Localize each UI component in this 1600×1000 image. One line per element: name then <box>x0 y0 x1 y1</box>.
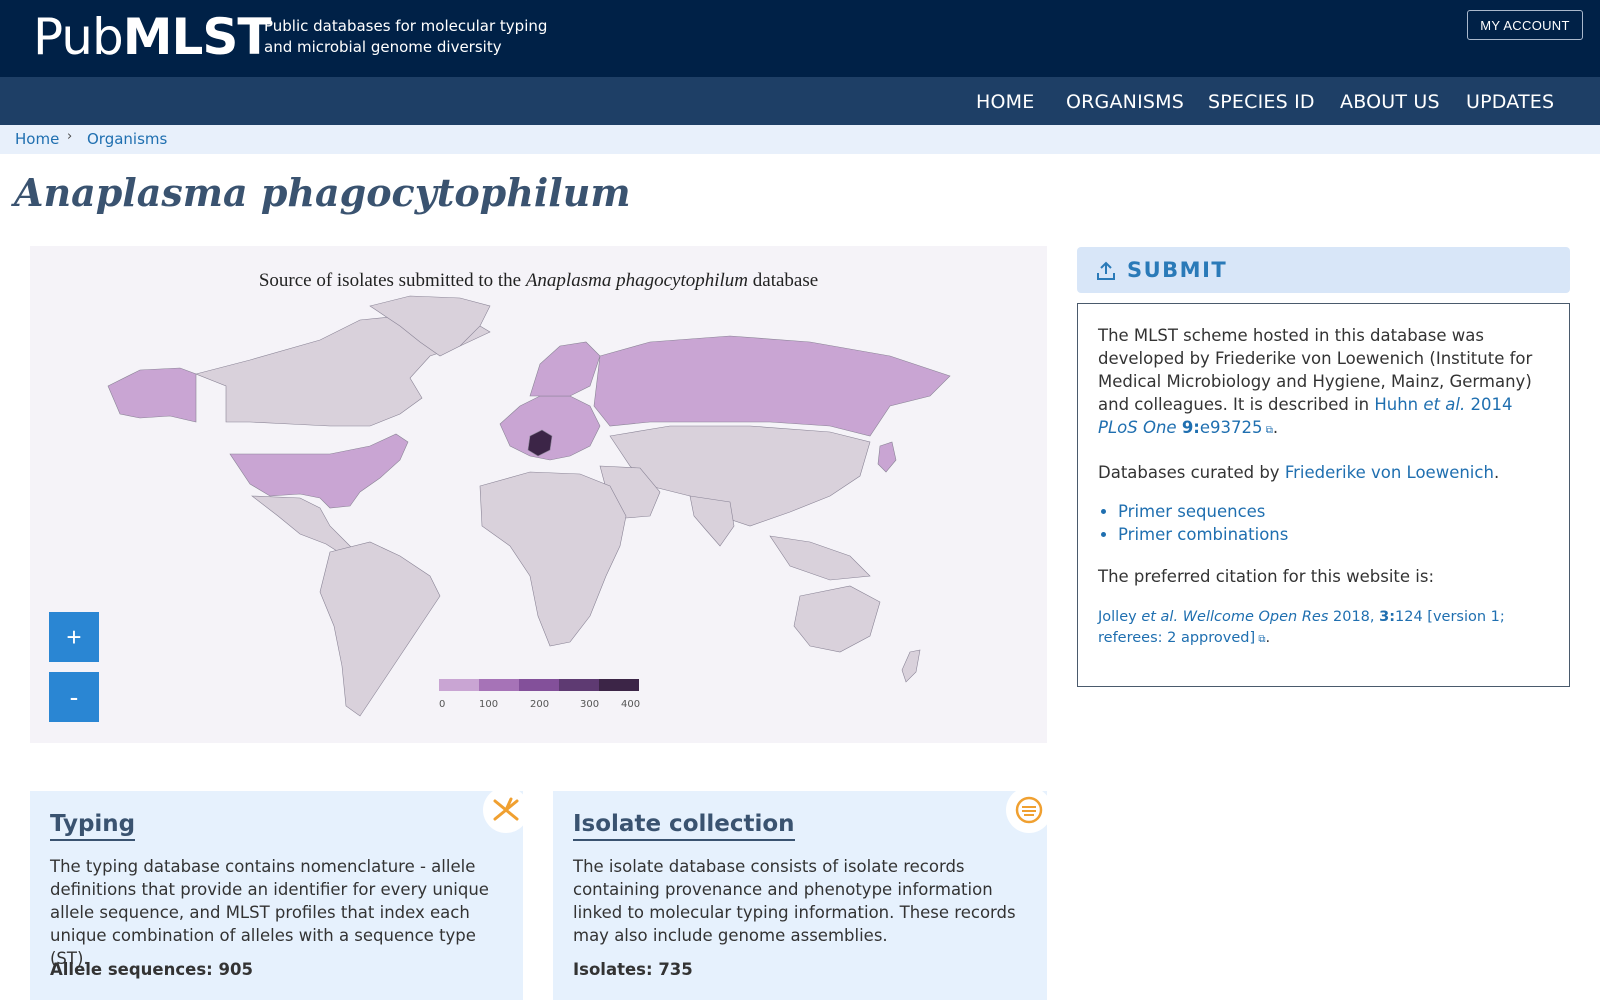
logo-pub: Pub <box>33 8 124 66</box>
nav-about-us[interactable]: ABOUT US <box>1340 91 1440 113</box>
database-info-box: The MLST scheme hosted in this database … <box>1077 303 1570 687</box>
site-tagline: Public databases for molecular typing an… <box>264 16 564 58</box>
reference-etal: et al. <box>1423 395 1466 414</box>
map-region-scandinavia <box>529 341 601 397</box>
citation-year: 2018, <box>1333 609 1375 625</box>
typing-icon-badge <box>483 787 529 833</box>
primer-combinations-item[interactable]: Primer combinations <box>1118 523 1288 546</box>
legend-swatch-1 <box>439 679 479 691</box>
tagline-line-2: and microbial genome diversity <box>264 38 502 56</box>
scheme-description: The MLST scheme hosted in this database … <box>1098 326 1533 437</box>
map-region-europe <box>499 395 601 461</box>
legend-tick-300: 300 <box>580 699 599 710</box>
citation-journal: Wellcome Open Res <box>1182 609 1329 625</box>
external-link-icon: ⧉ <box>1262 425 1273 436</box>
isolates-card-title[interactable]: Isolate collection <box>573 811 795 841</box>
submit-panel-header[interactable]: SUBMIT <box>1077 247 1570 293</box>
curator-link[interactable]: Friederike von Loewenich <box>1285 463 1494 482</box>
zoom-out-button[interactable]: - <box>49 672 99 722</box>
map-region-southeast-asia <box>769 535 871 581</box>
legend-tick-100: 100 <box>479 699 498 710</box>
legend-swatch-3 <box>519 679 559 691</box>
citation-intro: The preferred citation for this website … <box>1098 567 1435 586</box>
primer-links-list: Primer sequences Primer combinations <box>1098 500 1288 546</box>
map-region-new-zealand <box>901 649 921 683</box>
typing-card: Typing The typing database contains nome… <box>30 787 529 1000</box>
isolate-map-panel: Source of isolates submitted to the Anap… <box>30 246 1047 743</box>
external-link-icon: ⧉ <box>1255 634 1266 645</box>
page-title: Anaplasma phagocytophilum <box>14 170 631 215</box>
petri-dish-icon <box>1015 796 1043 824</box>
reference-author: Huhn <box>1374 395 1419 414</box>
typing-card-title[interactable]: Typing <box>50 811 136 841</box>
isolates-card: Isolate collection The isolate database … <box>553 787 1052 1000</box>
legend-tick-400: 400 <box>621 699 640 710</box>
legend-swatch-5 <box>599 679 639 691</box>
isolates-card-text: The isolate database consists of isolate… <box>573 857 1016 945</box>
legend-tick-0: 0 <box>439 699 445 710</box>
map-region-africa <box>479 471 627 647</box>
isolates-count: Isolates: 735 <box>573 960 693 979</box>
legend-swatch-2 <box>479 679 519 691</box>
map-region-alaska <box>107 367 197 423</box>
reference-year: 2014 <box>1470 395 1513 414</box>
chevron-right-icon: › <box>67 129 73 144</box>
nav-updates[interactable]: UPDATES <box>1466 91 1554 113</box>
nav-species-id[interactable]: SPECIES ID <box>1208 91 1315 113</box>
logo-mlst: MLST <box>122 8 272 66</box>
nav-organisms[interactable]: ORGANISMS <box>1066 91 1184 113</box>
submit-label: SUBMIT <box>1127 258 1228 282</box>
allele-sequences-count: Allele sequences: 905 <box>50 960 253 979</box>
map-region-australia <box>793 585 881 653</box>
typing-icon <box>493 797 519 821</box>
upload-icon <box>1097 261 1115 280</box>
legend-tick-200: 200 <box>530 699 549 710</box>
typing-card-text: The typing database contains nomenclatur… <box>50 857 489 968</box>
curators-line: Databases curated by Friederike von Loew… <box>1098 463 1500 482</box>
citation-volume: 3: <box>1379 609 1396 625</box>
citation-link[interactable]: Jolley et al. Wellcome Open Res 2018, 3:… <box>1098 607 1553 650</box>
top-header: PubMLST Public databases for molecular t… <box>0 0 1600 77</box>
my-account-button[interactable]: MY ACCOUNT <box>1467 10 1583 40</box>
isolates-icon-badge <box>1006 787 1052 833</box>
citation-author: Jolley <box>1098 609 1137 625</box>
primer-sequences-item[interactable]: Primer sequences <box>1118 500 1288 523</box>
legend-swatch-4 <box>559 679 599 691</box>
primer-combinations-link[interactable]: Primer combinations <box>1118 525 1288 544</box>
tagline-line-1: Public databases for molecular typing <box>264 17 548 35</box>
world-map[interactable]: 0 100 200 300 400 <box>30 246 1047 743</box>
map-region-india <box>689 495 735 547</box>
reference-journal: PLoS One <box>1098 418 1177 437</box>
map-region-japan <box>877 441 897 473</box>
primer-sequences-link[interactable]: Primer sequences <box>1118 502 1265 521</box>
breadcrumb-home[interactable]: Home <box>15 130 59 148</box>
main-nav: HOME ORGANISMS SPECIES ID ABOUT US UPDAT… <box>0 77 1600 125</box>
zoom-in-button[interactable]: + <box>49 612 99 662</box>
map-region-russia <box>593 335 951 437</box>
reference-volume: 9: <box>1181 418 1200 437</box>
breadcrumb: Home › Organisms <box>0 125 1600 154</box>
nav-home[interactable]: HOME <box>976 91 1034 113</box>
citation-etal: et al. <box>1141 609 1179 625</box>
breadcrumb-organisms[interactable]: Organisms <box>87 130 167 148</box>
pubmlst-logo[interactable]: PubMLST <box>33 8 272 66</box>
curators-prefix: Databases curated by <box>1098 463 1285 482</box>
map-legend: 0 100 200 300 400 <box>439 679 640 710</box>
map-region-south-america <box>319 541 441 717</box>
reference-page: e93725 <box>1199 418 1263 437</box>
